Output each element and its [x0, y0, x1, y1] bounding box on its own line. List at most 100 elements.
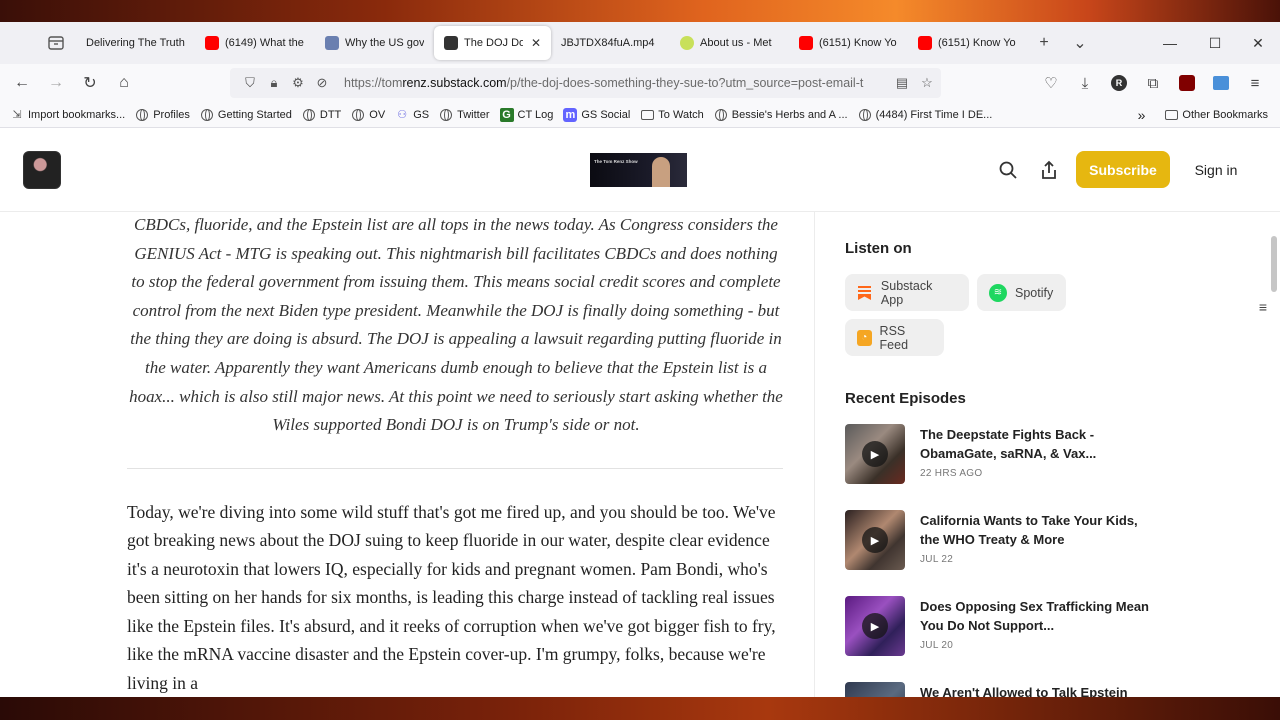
chevron-double-right-icon[interactable]: »: [1138, 107, 1146, 123]
episode-item[interactable]: ▶ Does Opposing Sex Trafficking Mean You…: [845, 596, 1165, 658]
tab-overview-icon[interactable]: [36, 28, 76, 58]
other-bookmarks[interactable]: Other Bookmarks: [1165, 109, 1268, 121]
reload-icon[interactable]: ↻: [73, 68, 107, 98]
episode-date: JUL 20: [920, 640, 954, 651]
tab-strip: Delivering The Truth (6149) What the Why…: [0, 22, 1280, 64]
close-tab-icon[interactable]: ✕: [531, 36, 541, 50]
episode-thumbnail: ▶: [845, 424, 905, 484]
forward-icon[interactable]: →: [39, 68, 73, 98]
shield-icon[interactable]: ⛉: [238, 75, 262, 91]
tab-2[interactable]: Why the US gov: [315, 26, 434, 60]
tab-4[interactable]: JBJTDX84fuA.mp4: [551, 26, 670, 60]
listen-substack-app-button[interactable]: Substack App: [845, 274, 969, 311]
bookmark-star-icon[interactable]: ☆: [915, 75, 939, 91]
listen-spotify-button[interactable]: ≋ Spotify: [977, 274, 1066, 311]
bookmark-ov[interactable]: OV: [351, 108, 385, 122]
desktop-taskbar-area: [0, 697, 1280, 720]
close-window-icon[interactable]: ✕: [1236, 22, 1280, 64]
ublock-icon[interactable]: [1170, 68, 1204, 98]
episode-date: JUL 22: [920, 554, 954, 565]
episode-title[interactable]: The Deepstate Fights Back - ObamaGate, s…: [920, 425, 1160, 463]
tab-title: Why the US gov: [345, 37, 424, 49]
tab-7[interactable]: (6151) Know Yo: [908, 26, 1026, 60]
bookmark-dtt[interactable]: DTT: [302, 108, 341, 122]
youtube-icon: [918, 36, 932, 50]
article-content: CBDCs, fluoride, and the Epstein list ar…: [127, 212, 785, 697]
downloads-icon[interactable]: ⤓: [1068, 68, 1102, 98]
account-icon[interactable]: R: [1102, 68, 1136, 98]
tab-1[interactable]: (6149) What the: [195, 26, 315, 60]
site-header: The Tom Renz Show Subscribe Sign in: [0, 128, 1280, 212]
url-domain: renz.substack.com: [402, 76, 507, 90]
new-tab-icon[interactable]: +: [1026, 34, 1062, 52]
bookmarks-right: » Other Bookmarks: [1138, 102, 1268, 128]
publication-avatar[interactable]: [23, 151, 61, 189]
episode-title[interactable]: We Aren't Allowed to Talk Epstein: [920, 683, 1160, 697]
ctlog-icon: G: [499, 107, 514, 122]
tab-title: About us - Met: [700, 37, 772, 49]
bookmark-gs[interactable]: ⚇ GS: [395, 108, 429, 122]
bookmark-folder-to-watch[interactable]: To Watch: [640, 108, 704, 122]
url-text[interactable]: https://tomrenz.substack.com/p/the-doj-d…: [344, 76, 884, 90]
share-icon[interactable]: [1037, 158, 1061, 182]
address-bar[interactable]: ⛉ 🔒︎ ⚙ ⊘ https://tomrenz.substack.com/p/…: [230, 68, 941, 98]
more-options-icon[interactable]: ≡: [1249, 299, 1277, 315]
tab-title: (6149) What the: [225, 37, 304, 49]
bookmark-getting-started[interactable]: Getting Started: [200, 108, 292, 122]
bookmark-label: Getting Started: [217, 108, 292, 121]
bookmark-label: Bessie's Herbs and A ...: [731, 108, 848, 121]
episode-title[interactable]: California Wants to Take Your Kids, the …: [920, 511, 1160, 549]
extensions-icon[interactable]: ⧉: [1136, 68, 1170, 98]
pocket-icon[interactable]: ♡: [1034, 68, 1068, 98]
home-icon[interactable]: ⌂: [107, 68, 141, 98]
maximize-icon[interactable]: ☐: [1193, 22, 1237, 64]
subscribe-button[interactable]: Subscribe: [1076, 151, 1170, 188]
extension-icon[interactable]: [1204, 68, 1238, 98]
bookmark-ct-log[interactable]: G CT Log: [499, 107, 553, 122]
bookmark-import[interactable]: ⇲ Import bookmarks...: [10, 108, 125, 122]
sidebar-divider: [814, 212, 815, 697]
navigation-bar: ← → ↻ ⌂ ⛉ 🔒︎ ⚙ ⊘ https://tomrenz.substac…: [0, 64, 1280, 102]
sign-in-button[interactable]: Sign in: [1190, 151, 1242, 188]
list-all-tabs-icon[interactable]: ⌄: [1062, 33, 1098, 53]
divider: [127, 467, 783, 469]
bookmark-label: OV: [369, 108, 386, 121]
bookmark-gs-social[interactable]: m GS Social: [563, 107, 630, 122]
bookmark-first-time[interactable]: (4484) First Time I DE...: [858, 108, 992, 122]
search-icon[interactable]: [996, 158, 1020, 182]
globe-icon: [439, 108, 453, 122]
play-icon[interactable]: ▶: [862, 441, 888, 467]
reader-view-icon[interactable]: ▤: [890, 75, 914, 91]
article-body: Today, we're diving into some wild stuff…: [127, 501, 776, 693]
rss-icon: ◔: [857, 329, 872, 346]
listen-rss-feed-button[interactable]: ◔ RSS Feed: [845, 319, 944, 356]
bookmark-bessies-herbs[interactable]: Bessie's Herbs and A ...: [714, 108, 848, 122]
episode-item[interactable]: We Aren't Allowed to Talk Epstein: [845, 682, 1165, 697]
import-icon: ⇲: [12, 109, 22, 121]
play-icon[interactable]: ▶: [862, 613, 888, 639]
tab-5[interactable]: About us - Met: [670, 26, 789, 60]
youtube-icon: [799, 36, 813, 50]
bookmark-twitter[interactable]: Twitter: [439, 108, 490, 122]
blocked-media-icon[interactable]: ⊘: [310, 75, 334, 91]
tab-title: (6151) Know Yo: [819, 37, 897, 49]
back-icon[interactable]: ←: [5, 68, 39, 98]
page-scrollbar[interactable]: [1271, 236, 1277, 292]
episode-item[interactable]: ▶ The Deepstate Fights Back - ObamaGate,…: [845, 424, 1165, 486]
permissions-icon[interactable]: ⚙: [286, 75, 310, 91]
tab-title: The DOJ Does: [464, 37, 523, 49]
lock-icon[interactable]: 🔒︎: [262, 75, 286, 91]
menu-icon[interactable]: ≡: [1238, 68, 1272, 98]
host-photo: [652, 157, 670, 187]
minimize-icon[interactable]: —: [1148, 22, 1192, 64]
episode-title[interactable]: Does Opposing Sex Trafficking Mean You D…: [920, 597, 1160, 635]
play-icon[interactable]: ▶: [862, 527, 888, 553]
episode-item[interactable]: ▶ California Wants to Take Your Kids, th…: [845, 510, 1165, 572]
url-path: /p/the-doj-does-something-they-sue-to?ut…: [506, 76, 864, 90]
browser-window: Delivering The Truth (6149) What the Why…: [0, 22, 1280, 697]
tab-0[interactable]: Delivering The Truth: [76, 26, 195, 60]
tab-6[interactable]: (6151) Know Yo: [789, 26, 908, 60]
tab-3-active[interactable]: The DOJ Does ✕: [434, 26, 551, 60]
bookmark-profiles[interactable]: Profiles: [135, 108, 190, 122]
publication-banner-logo[interactable]: The Tom Renz Show: [590, 153, 687, 187]
